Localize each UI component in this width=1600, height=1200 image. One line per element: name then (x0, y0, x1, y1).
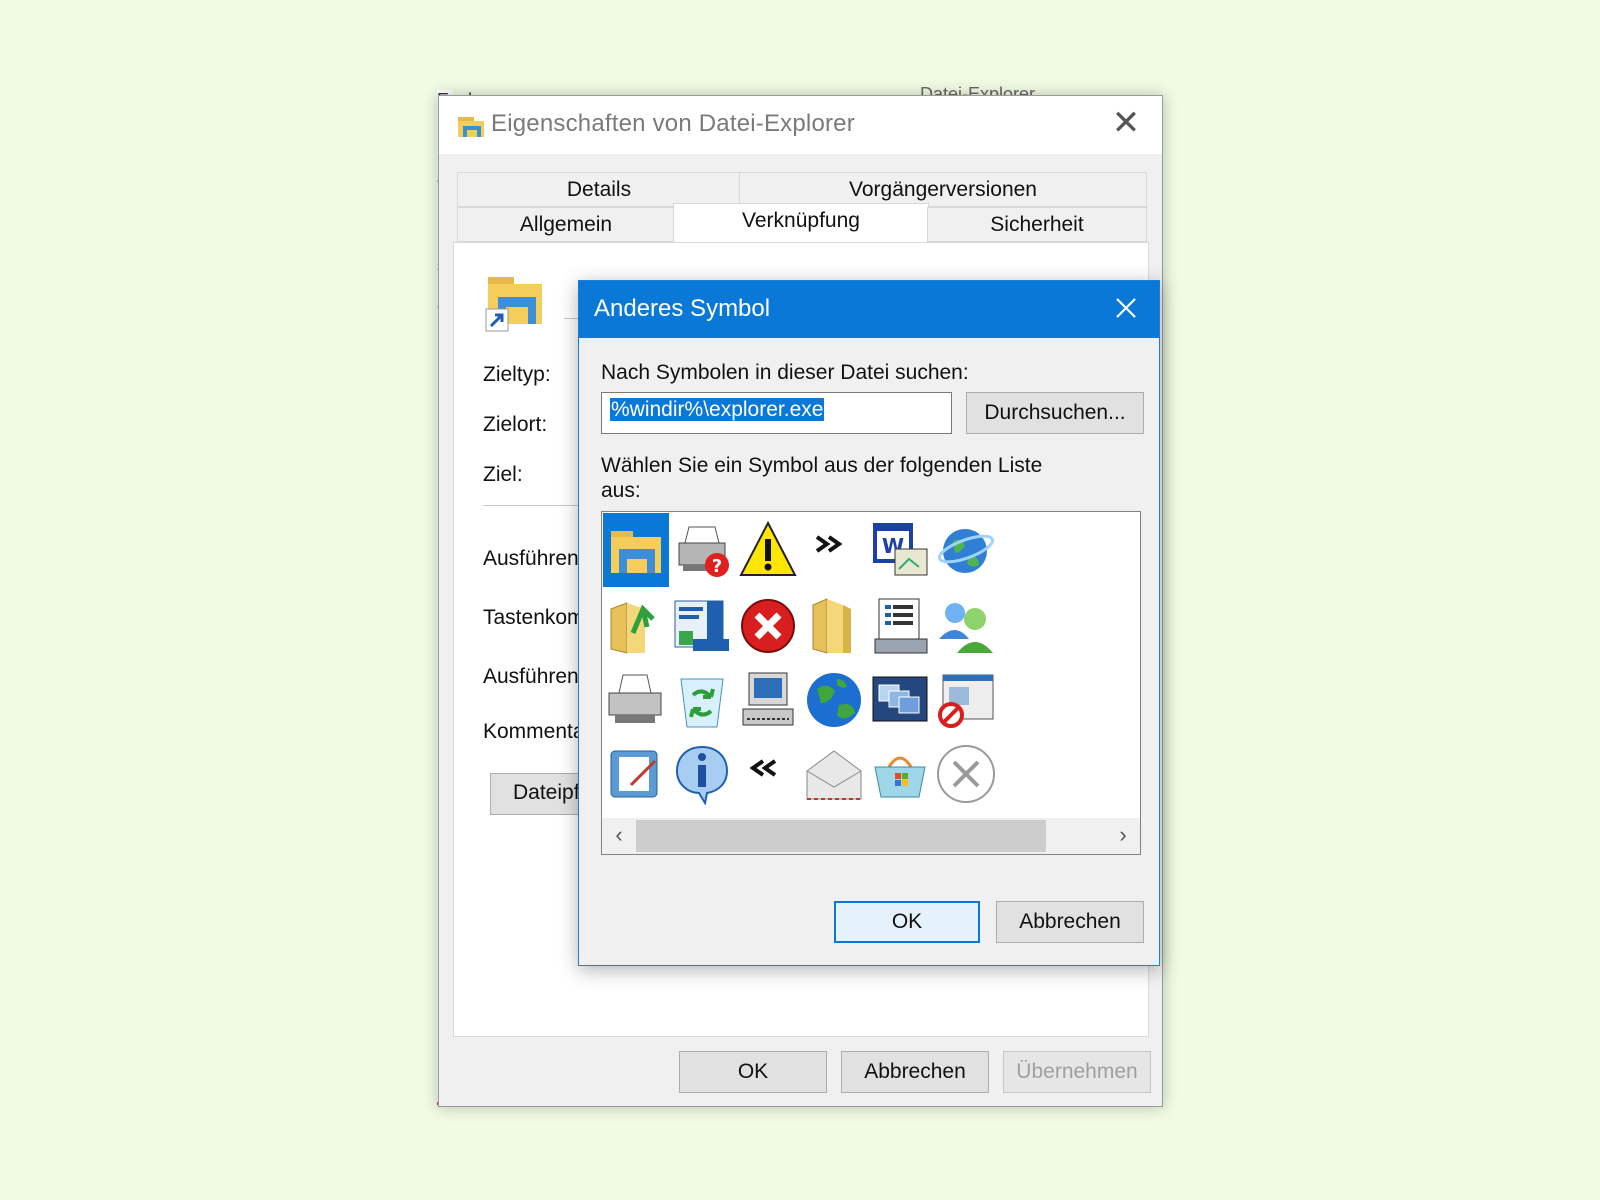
warning-icon (739, 520, 797, 576)
icon-option[interactable] (603, 589, 669, 663)
properties-title: Eigenschaften von Datei-Explorer (491, 110, 855, 137)
separator (483, 505, 593, 506)
globe-icon (807, 673, 861, 727)
tab-vorgaengerversionen[interactable]: Vorgängerversionen (739, 172, 1147, 207)
close-icon[interactable]: ✕ (1108, 106, 1144, 142)
icon-option[interactable] (735, 737, 801, 811)
icon-option[interactable] (735, 513, 801, 587)
scroll-left-icon[interactable]: ‹ (606, 823, 632, 849)
icon-option[interactable] (603, 513, 669, 587)
shortcut-explorer-icon (485, 277, 542, 332)
file-explorer-icon (458, 117, 484, 137)
chevron-left-double-icon (749, 759, 777, 777)
icon-file-path: %windir%\explorer.exe (610, 398, 825, 421)
close-icon[interactable] (1107, 289, 1145, 327)
icon-option[interactable] (801, 737, 867, 811)
ziel-label: Ziel: (483, 463, 523, 486)
icon-option[interactable] (801, 589, 867, 663)
icon-option[interactable] (933, 589, 999, 663)
svg-text:?: ? (712, 556, 722, 577)
tab-details[interactable]: Details (457, 172, 741, 207)
change-icon-dialog: Anderes Symbol Nach Symbolen in dieser D… (578, 280, 1160, 966)
window-form-icon: W (873, 523, 928, 576)
tab-allgemein[interactable]: Allgemein (457, 207, 675, 242)
scrollbar-thumb[interactable] (636, 820, 1046, 852)
properties-titlebar[interactable]: Eigenschaften von Datei-Explorer ✕ (439, 96, 1162, 154)
chevron-right-double-icon (815, 535, 843, 553)
info-icon (675, 745, 729, 805)
printer-help-icon: ? (678, 526, 729, 577)
tastenkombination-label: Tastenkom (483, 606, 585, 629)
icon-list[interactable]: ? W ‹ › (601, 511, 1141, 855)
control-panel-icon (674, 600, 729, 651)
icon-option[interactable] (669, 589, 735, 663)
internet-globe-icon (938, 529, 994, 573)
error-icon (741, 599, 795, 653)
horizontal-scrollbar[interactable]: ‹ › (602, 818, 1140, 854)
folder-up-icon (610, 602, 655, 654)
zielort-label: Zielort: (483, 413, 548, 436)
change-icon-ok-button[interactable]: OK (834, 901, 980, 943)
computer-icon (742, 672, 794, 726)
blocked-window-icon (938, 674, 994, 728)
change-icon-title: Anderes Symbol (594, 295, 771, 322)
folder-icon (812, 598, 851, 654)
change-icon-titlebar[interactable]: Anderes Symbol (579, 281, 1159, 338)
edit-document-icon (610, 750, 658, 798)
browse-button[interactable]: Durchsuchen... (966, 392, 1144, 434)
printer-icon (608, 674, 662, 723)
icon-file-input[interactable]: %windir%\explorer.exe (601, 392, 952, 434)
tab-sicherheit[interactable]: Sicherheit (927, 207, 1147, 242)
ausfuehren-label: Ausführen (483, 665, 579, 688)
change-icon-cancel-button[interactable]: Abbrechen (996, 901, 1144, 943)
envelope-icon (806, 750, 862, 800)
icon-option[interactable] (603, 737, 669, 811)
kommentar-label: Kommenta (483, 720, 585, 743)
tab-verknuepfung[interactable]: Verknüpfung (673, 203, 929, 243)
icon-option[interactable] (867, 589, 933, 663)
zieltyp-label: Zieltyp: (483, 363, 551, 386)
windows-stack-icon (872, 676, 928, 722)
scroll-right-icon[interactable]: › (1110, 823, 1136, 849)
properties-apply-button[interactable]: Übernehmen (1003, 1051, 1151, 1093)
close-circle-icon (937, 745, 995, 803)
icon-option[interactable] (933, 513, 999, 587)
icon-option[interactable] (801, 513, 867, 587)
users-icon (939, 603, 993, 653)
icon-option[interactable] (735, 663, 801, 737)
icon-option[interactable]: W (867, 513, 933, 587)
computer-list-icon (874, 598, 928, 654)
icon-option[interactable] (933, 737, 999, 811)
icon-option[interactable] (867, 663, 933, 737)
properties-cancel-button[interactable]: Abbrechen (841, 1051, 989, 1093)
icon-option[interactable]: ? (669, 513, 735, 587)
recycle-bin-icon (680, 678, 724, 728)
search-file-label: Nach Symbolen in dieser Datei suchen: (601, 361, 969, 384)
icon-option[interactable] (801, 663, 867, 737)
properties-ok-button[interactable]: OK (679, 1051, 827, 1093)
ausfuehren-in-label: Ausführen (483, 547, 579, 570)
icon-option[interactable] (669, 663, 735, 737)
icon-option[interactable] (933, 663, 999, 737)
icon-option[interactable] (867, 737, 933, 811)
icon-option[interactable] (603, 663, 669, 737)
shopping-basket-icon (874, 756, 926, 798)
icon-list-label: Wählen Sie ein Symbol aus der folgenden … (601, 454, 1043, 502)
icon-option[interactable] (669, 737, 735, 811)
icon-option[interactable] (735, 589, 801, 663)
file-explorer-icon (611, 531, 661, 573)
